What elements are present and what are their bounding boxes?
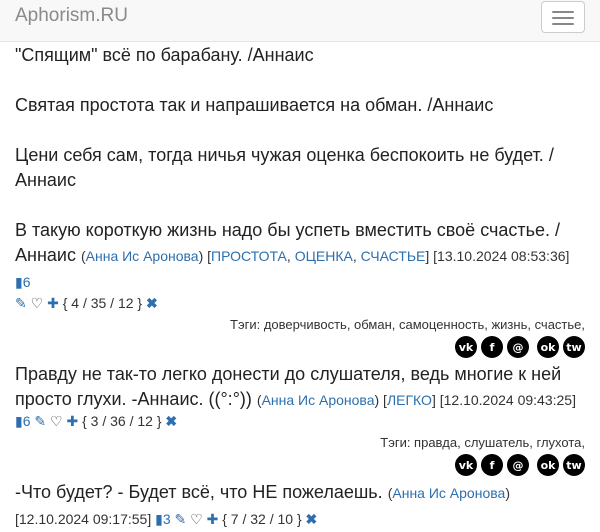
quote-item: В такую короткую жизнь надо бы успеть вм… — [15, 220, 570, 290]
menu-toggle-button[interactable] — [541, 1, 585, 33]
plus-icon[interactable]: ✚ — [207, 511, 219, 527]
close-icon[interactable]: ✖ — [306, 511, 318, 527]
close-icon[interactable]: ✖ — [146, 295, 158, 311]
hamburger-icon-bar — [552, 17, 574, 19]
author-link[interactable]: Анна Ис Аронова — [262, 392, 375, 408]
vk-icon[interactable]: vk — [455, 336, 477, 358]
heart-icon[interactable]: ♡ — [31, 295, 44, 311]
tag-link[interactable]: ПРОСТОТА — [211, 248, 287, 264]
mail-icon[interactable]: @ — [507, 336, 529, 358]
author-link[interactable]: Анна Ис Аронова — [392, 485, 505, 501]
comments-icon[interactable]: ▮ — [15, 274, 23, 290]
site-brand[interactable]: Aphorism.RU — [15, 5, 128, 27]
quote-actions: ▮6 ✎ ♡ ✚ { 3 / 36 / 12 } ✖ — [15, 413, 585, 430]
quote-actions: ✎ ♡ ✚ { 4 / 35 / 12 } ✖ — [15, 295, 585, 312]
tag-link[interactable]: СЧАСТЬЕ — [361, 248, 426, 264]
share-bar: vk f @ ok tw — [15, 454, 585, 476]
rating-stats: { 7 / 32 / 10 } — [222, 511, 302, 527]
rating-stats: { 3 / 36 / 12 } — [82, 413, 162, 429]
quote-text: Святая простота так и напрашивается на о… — [15, 95, 494, 115]
quote-date: [12.10.2024 09:43:25] — [439, 392, 576, 408]
heart-icon[interactable]: ♡ — [50, 413, 63, 429]
rating-stats: { 4 / 35 / 12 } — [62, 295, 143, 311]
comments-count[interactable]: 3 — [163, 511, 171, 527]
odnoklassniki-icon[interactable]: ok — [537, 336, 559, 358]
quote-text: "Спящим" всё по барабану. /Аннаис — [15, 45, 314, 65]
quote-text: -Что будет? - Будет всё, что НЕ пожелаеш… — [15, 482, 383, 502]
quote-text: Цени себя сам, тогда ничья чужая оценка … — [15, 145, 554, 190]
twitter-icon[interactable]: tw — [563, 454, 585, 476]
quote-date: [12.10.2024 09:17:55] — [15, 511, 152, 527]
tag-link[interactable]: ЛЕГКО — [387, 392, 432, 408]
tag-list: Тэги: правда, слушатель, глухота, — [380, 435, 585, 450]
quote-item: Правду не так-то легко донести до слушат… — [15, 364, 576, 409]
author-link[interactable]: Анна Ис Аронова — [86, 248, 199, 264]
edit-icon[interactable]: ✎ — [34, 413, 46, 429]
hamburger-icon-bar — [552, 23, 574, 25]
vk-icon[interactable]: vk — [455, 454, 477, 476]
quote-date: [13.10.2024 08:53:36] — [433, 248, 570, 264]
share-bar: vk f @ ok tw — [15, 336, 585, 358]
navbar: Aphorism.RU — [0, 0, 600, 42]
plus-icon[interactable]: ✚ — [47, 295, 59, 311]
mail-icon[interactable]: @ — [507, 454, 529, 476]
plus-icon[interactable]: ✚ — [66, 413, 78, 429]
comments-icon[interactable]: ▮ — [155, 511, 163, 527]
twitter-icon[interactable]: tw — [563, 336, 585, 358]
facebook-icon[interactable]: f — [481, 454, 503, 476]
comments-count[interactable]: 6 — [23, 413, 31, 429]
comments-icon[interactable]: ▮ — [15, 413, 23, 429]
odnoklassniki-icon[interactable]: ok — [537, 454, 559, 476]
heart-icon[interactable]: ♡ — [190, 511, 203, 527]
tag-list: Тэги: доверчивость, обман, самоценность,… — [230, 317, 585, 332]
quote-list: "Спящим" всё по барабану. /Аннаис Святая… — [0, 43, 600, 532]
close-icon[interactable]: ✖ — [165, 413, 177, 429]
edit-icon[interactable]: ✎ — [15, 295, 27, 311]
edit-icon[interactable]: ✎ — [175, 511, 187, 527]
hamburger-icon — [552, 11, 574, 13]
quote-item: -Что будет? - Будет всё, что НЕ пожелаеш… — [15, 482, 510, 527]
facebook-icon[interactable]: f — [481, 336, 503, 358]
tag-link[interactable]: ОЦЕНКА — [295, 248, 353, 264]
comments-count[interactable]: 6 — [23, 274, 31, 290]
